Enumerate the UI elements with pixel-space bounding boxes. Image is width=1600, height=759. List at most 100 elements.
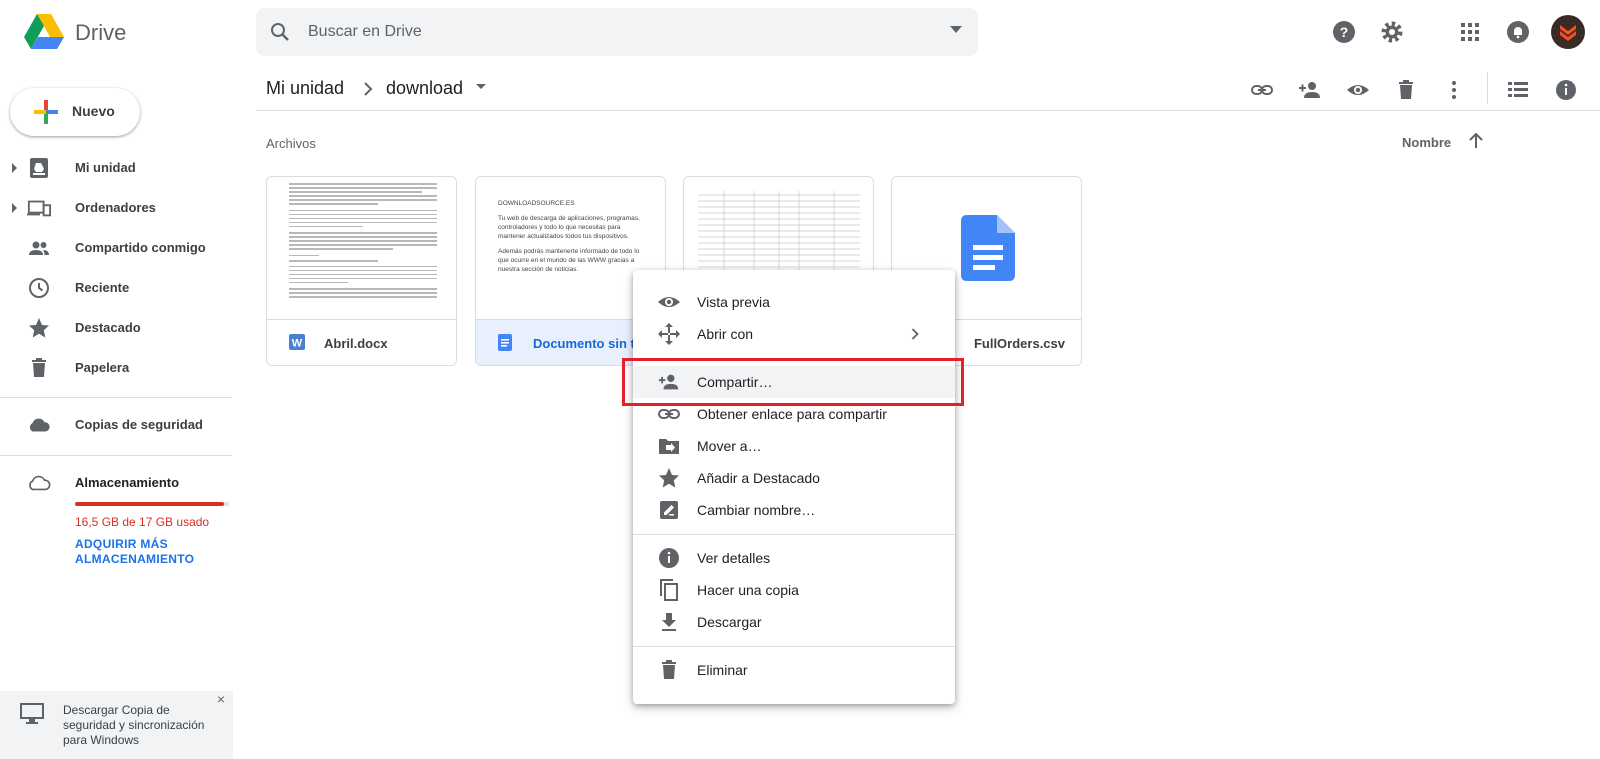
- top-bar: Drive ?: [0, 0, 1600, 64]
- arrow-up-icon[interactable]: [1468, 132, 1484, 150]
- sidebar-item-label: Copias de seguridad: [75, 417, 203, 432]
- preview-eye-icon[interactable]: [1342, 74, 1374, 106]
- menu-item-label: Mover a…: [697, 438, 762, 454]
- storage-used-text: 16,5 GB de 17 GB usado: [75, 515, 210, 529]
- svg-text:?: ?: [1340, 24, 1349, 40]
- menu-item-delete[interactable]: Eliminar: [633, 654, 955, 686]
- sidebar-item-label: Papelera: [75, 360, 130, 375]
- sidebar-item-label: Destacado: [75, 320, 141, 335]
- menu-item-move-to[interactable]: Mover a…: [633, 430, 955, 462]
- move-folder-icon: [657, 434, 681, 458]
- svg-text:W: W: [292, 338, 303, 350]
- menu-item-add-star[interactable]: Añadir a Destacado: [633, 462, 955, 494]
- file-thumbnail: [267, 177, 456, 319]
- settings-gear-icon[interactable]: [1376, 16, 1408, 48]
- menu-item-label: Hacer una copia: [697, 582, 799, 598]
- list-view-icon[interactable]: [1502, 74, 1534, 106]
- word-file-icon: W: [289, 334, 305, 350]
- sidebar-item-label: Almacenamiento: [75, 475, 180, 490]
- drive-logo-icon[interactable]: [24, 14, 64, 50]
- open-with-icon: [657, 322, 681, 346]
- clock-icon: [27, 276, 51, 300]
- sidebar-item-my-drive[interactable]: Mi unidad: [0, 148, 232, 188]
- breadcrumb-current-folder[interactable]: download: [386, 78, 463, 99]
- chevron-down-icon[interactable]: [476, 84, 486, 90]
- shared-icon: [27, 236, 51, 260]
- menu-divider: [633, 646, 955, 647]
- new-button-label: Nuevo: [72, 103, 115, 119]
- chevron-right-icon: [358, 79, 378, 99]
- sidebar-item-backups[interactable]: Copias de seguridad: [0, 405, 232, 445]
- account-avatar[interactable]: [1550, 14, 1586, 50]
- menu-item-label: Abrir con: [697, 326, 754, 342]
- docs-large-icon: [961, 215, 1015, 281]
- sidebar-item-label: Compartido conmigo: [75, 240, 206, 255]
- eye-icon: [657, 290, 681, 314]
- computers-icon: [27, 196, 51, 220]
- toolbar-divider: [1487, 72, 1488, 104]
- apps-grid-icon[interactable]: [1454, 16, 1486, 48]
- preview-line: DOWNLOADSOURCE.ES: [498, 200, 575, 207]
- expand-arrow-icon[interactable]: [12, 203, 17, 213]
- search-input[interactable]: [308, 20, 908, 44]
- info-icon: [657, 546, 681, 570]
- backup-sync-promo[interactable]: Descargar Copia de seguridad y sincroniz…: [0, 691, 233, 759]
- new-button[interactable]: Nuevo: [10, 88, 140, 136]
- menu-item-details[interactable]: Ver detalles: [633, 542, 955, 574]
- context-menu: Vista previa Abrir con Compartir… Obtene…: [633, 270, 955, 704]
- menu-item-label: Descargar: [697, 614, 762, 630]
- trash-icon[interactable]: [1390, 74, 1422, 106]
- sidebar-item-starred[interactable]: Destacado: [0, 308, 232, 348]
- computer-icon: [20, 703, 44, 725]
- star-icon: [27, 316, 51, 340]
- buy-storage-link[interactable]: ADQUIRIR MÁS ALMACENAMIENTO: [75, 537, 225, 567]
- file-name: Abril.docx: [324, 336, 388, 351]
- menu-item-open-with[interactable]: Abrir con: [633, 318, 955, 350]
- file-card[interactable]: W Abril.docx: [266, 176, 457, 366]
- download-icon: [657, 610, 681, 634]
- sidebar-item-label: Ordenadores: [75, 200, 156, 215]
- menu-item-download[interactable]: Descargar: [633, 606, 955, 638]
- sidebar-item-shared-with-me[interactable]: Compartido conmigo: [0, 228, 232, 268]
- rename-icon: [657, 498, 681, 522]
- search-icon[interactable]: [268, 20, 292, 44]
- sidebar-item-storage[interactable]: Almacenamiento: [0, 463, 232, 503]
- search-bar[interactable]: [256, 8, 978, 56]
- person-add-icon[interactable]: [1294, 74, 1326, 106]
- info-icon[interactable]: [1550, 74, 1582, 106]
- trash-icon: [27, 356, 51, 380]
- sidebar-divider: [0, 455, 232, 456]
- notifications-bell-icon[interactable]: [1502, 16, 1534, 48]
- menu-item-label: Ver detalles: [697, 550, 771, 566]
- chevron-right-icon: [911, 328, 919, 340]
- sidebar-item-label: Reciente: [75, 280, 130, 295]
- app-name[interactable]: Drive: [75, 20, 126, 46]
- menu-item-make-copy[interactable]: Hacer una copia: [633, 574, 955, 606]
- sidebar-item-trash[interactable]: Papelera: [0, 348, 232, 388]
- docs-file-icon: [498, 334, 514, 352]
- main-header-divider: [256, 110, 1600, 111]
- files-section-title: Archivos: [266, 136, 316, 151]
- preview-line: Tu web de descarga de aplicaciones, prog…: [498, 215, 640, 240]
- get-link-icon[interactable]: [1246, 74, 1278, 106]
- sort-by-name-button[interactable]: Nombre: [1402, 135, 1451, 150]
- preview-line: Además podrás mantenerte informado de to…: [498, 248, 640, 273]
- menu-item-preview[interactable]: Vista previa: [633, 286, 955, 318]
- breadcrumb-root[interactable]: Mi unidad: [266, 78, 344, 99]
- more-vert-icon[interactable]: [1438, 74, 1470, 106]
- copy-icon: [657, 578, 681, 602]
- sidebar-item-computers[interactable]: Ordenadores: [0, 188, 232, 228]
- search-options-caret-icon[interactable]: [950, 26, 962, 34]
- menu-item-label: Añadir a Destacado: [697, 470, 820, 486]
- help-icon[interactable]: ?: [1328, 16, 1360, 48]
- sidebar-item-recent[interactable]: Reciente: [0, 268, 232, 308]
- close-icon[interactable]: ×: [217, 691, 225, 707]
- menu-item-label: Vista previa: [697, 294, 770, 310]
- expand-arrow-icon[interactable]: [12, 163, 17, 173]
- star-icon: [657, 466, 681, 490]
- cloud-outline-icon: [27, 471, 51, 495]
- menu-item-rename[interactable]: Cambiar nombre…: [633, 494, 955, 526]
- storage-progress-fill: [75, 502, 225, 506]
- promo-text: Descargar Copia de seguridad y sincroniz…: [63, 703, 205, 747]
- trash-icon: [657, 658, 681, 682]
